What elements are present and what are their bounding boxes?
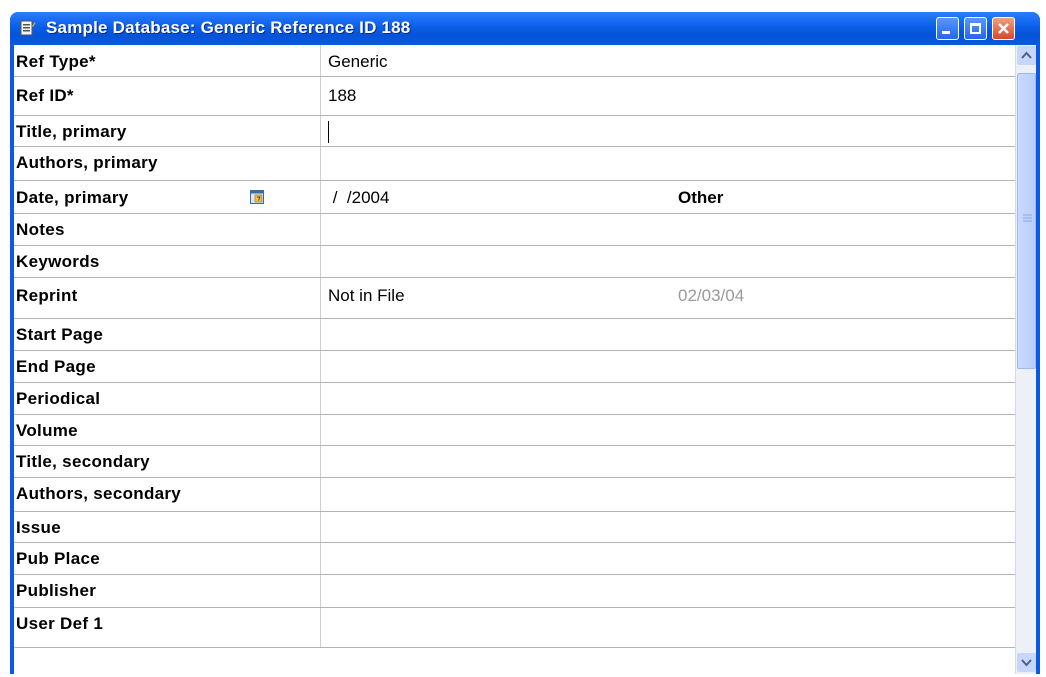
field-row-title-primary: Title, primary xyxy=(14,116,1015,147)
field-row-start-page: Start Page xyxy=(14,319,1015,351)
field-row-authors-secondary: Authors, secondary xyxy=(14,478,1015,512)
column-divider xyxy=(320,478,321,511)
form-area: Ref Type* Generic Ref ID* 188 Title, primary… xyxy=(14,45,1036,674)
chevron-up-icon xyxy=(1021,51,1032,59)
title-bar[interactable]: Sample Database: Generic Reference ID 18… xyxy=(10,12,1040,45)
minimize-icon xyxy=(942,31,950,34)
column-divider xyxy=(320,116,321,146)
field-row-date-primary: Date, primary / /2004 Other xyxy=(14,181,1015,214)
column-divider xyxy=(320,608,321,647)
field-label: Authors, primary xyxy=(16,153,158,172)
column-divider xyxy=(320,543,321,574)
field-value-reprint[interactable]: Not in File xyxy=(328,286,405,306)
field-label: Authors, secondary xyxy=(16,484,182,503)
text-cursor xyxy=(328,121,329,143)
field-row-reprint: Reprint Not in File 02/03/04 xyxy=(14,278,1015,319)
column-divider xyxy=(320,214,321,245)
column-divider xyxy=(320,512,321,542)
column-divider xyxy=(320,45,321,76)
field-label: Notes xyxy=(16,220,65,239)
calendar-icon[interactable] xyxy=(250,190,264,204)
close-button[interactable] xyxy=(992,17,1015,40)
field-label: Keywords xyxy=(16,252,100,271)
maximize-icon xyxy=(970,23,981,34)
reprint-date[interactable]: 02/03/04 xyxy=(678,286,744,306)
field-label: Ref Type* xyxy=(16,52,96,71)
column-divider xyxy=(320,351,321,382)
field-label: User Def 1 xyxy=(16,614,104,633)
field-label: Issue xyxy=(16,518,61,537)
date-other-label: Other xyxy=(678,188,724,207)
field-row-user-def-1: User Def 1 xyxy=(14,608,1015,648)
field-row-ref-id: Ref ID* 188 xyxy=(14,77,1015,116)
field-row-periodical: Periodical xyxy=(14,383,1015,415)
scroll-down-button[interactable] xyxy=(1017,653,1036,672)
field-row-authors-primary: Authors, primary xyxy=(14,147,1015,181)
field-label: Volume xyxy=(16,421,78,440)
window-title: Sample Database: Generic Reference ID 18… xyxy=(46,18,411,37)
field-label: Publisher xyxy=(16,581,97,600)
field-label: Start Page xyxy=(16,325,104,344)
column-divider xyxy=(320,446,321,477)
field-label: Pub Place xyxy=(16,549,100,568)
chevron-down-icon xyxy=(1021,659,1032,667)
column-divider xyxy=(320,278,321,318)
field-label: Title, primary xyxy=(16,122,127,141)
column-divider xyxy=(320,246,321,277)
column-divider xyxy=(320,77,321,115)
maximize-button[interactable] xyxy=(964,17,987,40)
reference-window: Sample Database: Generic Reference ID 18… xyxy=(10,12,1040,674)
field-row-issue: Issue xyxy=(14,512,1015,543)
field-row-ref-type: Ref Type* Generic xyxy=(14,45,1015,77)
vertical-scrollbar[interactable] xyxy=(1015,45,1036,674)
field-label: Periodical xyxy=(16,389,101,408)
scroll-up-button[interactable] xyxy=(1017,46,1036,65)
field-row-title-secondary: Title, secondary xyxy=(14,446,1015,478)
close-icon xyxy=(998,23,1009,34)
field-label: Reprint xyxy=(16,286,78,305)
column-divider xyxy=(320,147,321,180)
field-value-date-primary[interactable]: / /2004 xyxy=(328,188,390,208)
field-label: Ref ID* xyxy=(16,86,74,105)
column-divider xyxy=(320,383,321,414)
column-divider xyxy=(320,319,321,350)
field-row-volume: Volume xyxy=(14,415,1015,446)
scrollbar-thumb[interactable] xyxy=(1017,73,1036,369)
column-divider xyxy=(320,181,321,213)
grip-icon xyxy=(1023,214,1032,222)
field-row-keywords: Keywords xyxy=(14,246,1015,278)
field-value-ref-id[interactable]: 188 xyxy=(328,86,356,106)
minimize-button[interactable] xyxy=(936,17,959,40)
field-row-end-page: End Page xyxy=(14,351,1015,383)
field-row-pub-place: Pub Place xyxy=(14,543,1015,575)
field-value-ref-type[interactable]: Generic xyxy=(328,52,388,72)
field-row-notes: Notes xyxy=(14,214,1015,246)
column-divider xyxy=(320,575,321,607)
field-label: Date, primary xyxy=(16,188,129,207)
field-label: Title, secondary xyxy=(16,452,150,471)
database-icon xyxy=(20,20,36,36)
column-divider xyxy=(320,415,321,445)
field-row-publisher: Publisher xyxy=(14,575,1015,608)
field-label: End Page xyxy=(16,357,96,376)
